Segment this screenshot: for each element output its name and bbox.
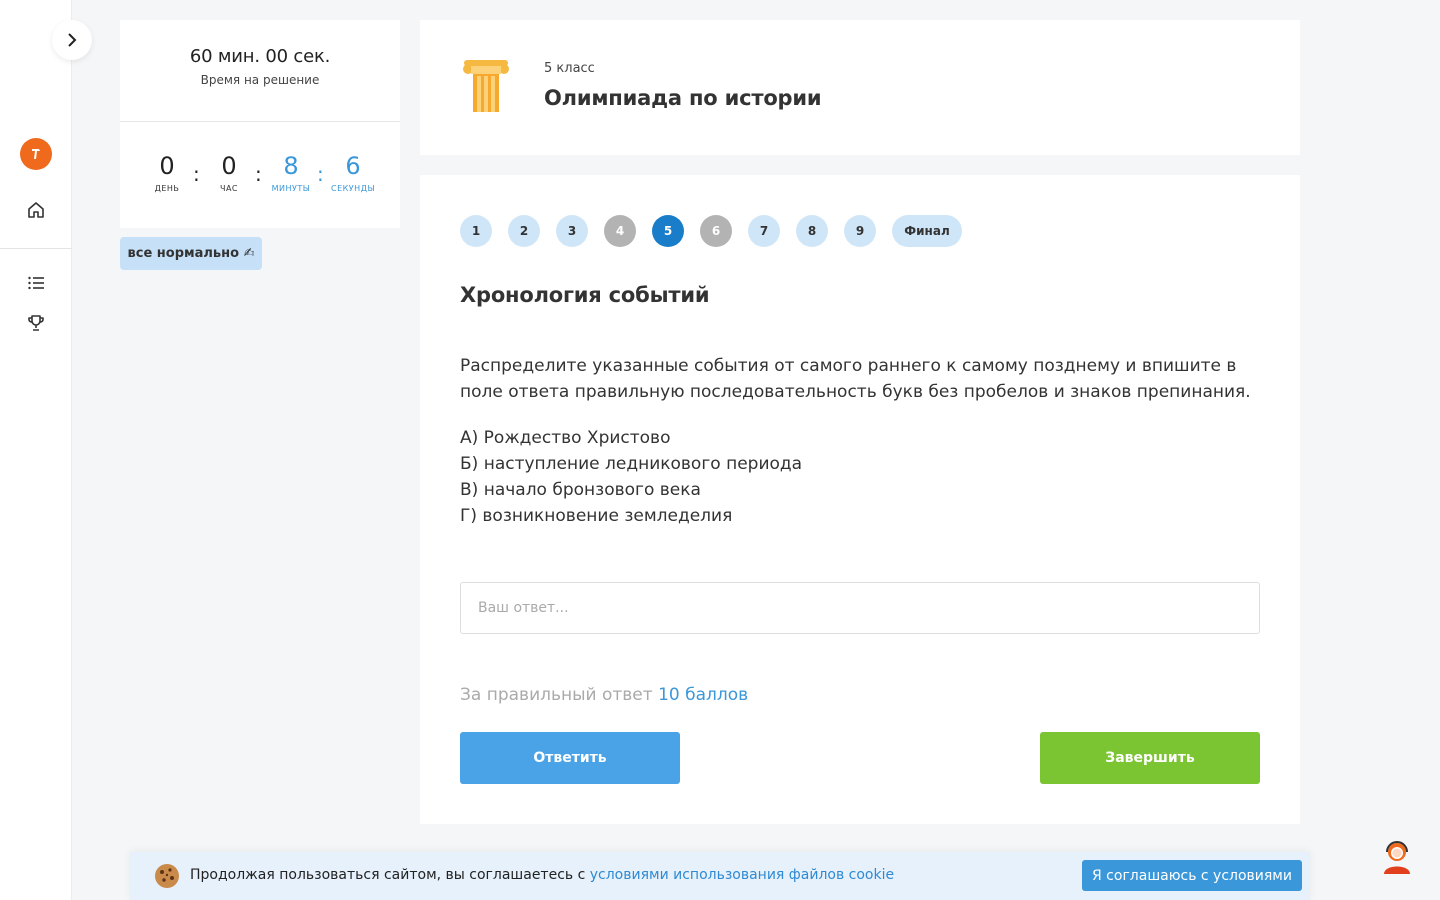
task-option: А) Рождество Христово [460, 428, 671, 448]
step-final[interactable]: Финал [892, 215, 962, 247]
countdown-days: 0 ДЕНЬ [142, 152, 192, 193]
status-badge[interactable]: все нормально ✍ [120, 237, 262, 270]
timer-summary: 60 мин. 00 сек. Время на решение [120, 20, 400, 122]
timer-card: 60 мин. 00 сек. Время на решение 0 ДЕНЬ … [120, 20, 400, 228]
countdown-seconds-value: 6 [345, 152, 361, 180]
logo-icon[interactable] [20, 138, 52, 170]
cookie-policy-link[interactable]: условиями использования файлов cookie [590, 867, 894, 883]
cookie-message: Продолжая пользоваться сайтом, вы соглаш… [190, 867, 586, 883]
points-prefix: За правильный ответ [460, 685, 653, 705]
countdown-minutes-label: МИНУТЫ [271, 184, 311, 193]
task-options: А) Рождество Христово Б) наступление лед… [460, 425, 802, 529]
countdown-seconds: 6 СЕКУНДЫ [328, 152, 378, 193]
timer-total: 60 мин. 00 сек. [189, 46, 331, 67]
column-icon [462, 58, 510, 118]
task-option: В) начало бронзового века [460, 480, 701, 500]
task-text: Распределите указанные события от самого… [460, 356, 1251, 402]
rail-divider [0, 248, 72, 249]
countdown-minutes-value: 8 [283, 152, 299, 180]
page-title: Олимпиада по истории [544, 86, 822, 110]
step-9[interactable]: 9 [844, 215, 876, 247]
trophy-icon[interactable] [24, 311, 48, 335]
cookie-icon [154, 863, 180, 893]
countdown-seconds-label: СЕКУНДЫ [330, 184, 376, 193]
step-6[interactable]: 6 [700, 215, 732, 247]
step-5[interactable]: 5 [652, 215, 684, 247]
cookie-accept-button[interactable]: Я соглашаюсь с условиями [1082, 860, 1302, 891]
timer-caption: Время на решение [200, 73, 320, 87]
points-info: За правильный ответ 10 баллов [460, 685, 748, 705]
list-icon[interactable] [24, 271, 48, 295]
task-title: Хронология событий [460, 283, 710, 307]
step-7[interactable]: 7 [748, 215, 780, 247]
countdown-separator: : [317, 162, 324, 186]
countdown-hours: 0 ЧАС [204, 152, 254, 193]
answer-input[interactable] [460, 582, 1260, 634]
countdown-separator: : [193, 162, 200, 186]
question-steps: 1 2 3 4 5 6 7 8 9 Финал [460, 215, 962, 247]
countdown: 0 ДЕНЬ : 0 ЧАС : 8 МИНУТЫ : 6 СЕКУНДЫ [120, 122, 400, 228]
grade-label: 5 класс [544, 61, 595, 76]
task-option: Б) наступление ледникового периода [460, 454, 803, 474]
countdown-minutes: 8 МИНУТЫ [266, 152, 316, 193]
step-4[interactable]: 4 [604, 215, 636, 247]
step-3[interactable]: 3 [556, 215, 588, 247]
countdown-days-label: ДЕНЬ [154, 184, 180, 193]
countdown-hours-value: 0 [221, 152, 237, 180]
countdown-separator: : [255, 162, 262, 186]
countdown-days-value: 0 [159, 152, 175, 180]
task-card: 1 2 3 4 5 6 7 8 9 Финал Хронология событ… [420, 175, 1300, 824]
support-icon[interactable] [1380, 838, 1414, 874]
cookie-banner: Продолжая пользоваться сайтом, вы соглаш… [130, 852, 1310, 900]
left-rail [0, 0, 72, 900]
step-8[interactable]: 8 [796, 215, 828, 247]
points-value: 10 баллов [658, 685, 749, 705]
cookie-text: Продолжая пользоваться сайтом, вы соглаш… [190, 867, 894, 883]
olympiad-header: 5 класс Олимпиада по истории [420, 20, 1300, 155]
finish-button[interactable]: Завершить [1040, 732, 1260, 784]
home-icon[interactable] [24, 198, 48, 222]
step-2[interactable]: 2 [508, 215, 540, 247]
countdown-hours-label: ЧАС [219, 184, 239, 193]
step-1[interactable]: 1 [460, 215, 492, 247]
chevron-right-icon[interactable] [52, 20, 92, 60]
task-option: Г) возникновение земледелия [460, 506, 733, 526]
answer-button[interactable]: Ответить [460, 732, 680, 784]
